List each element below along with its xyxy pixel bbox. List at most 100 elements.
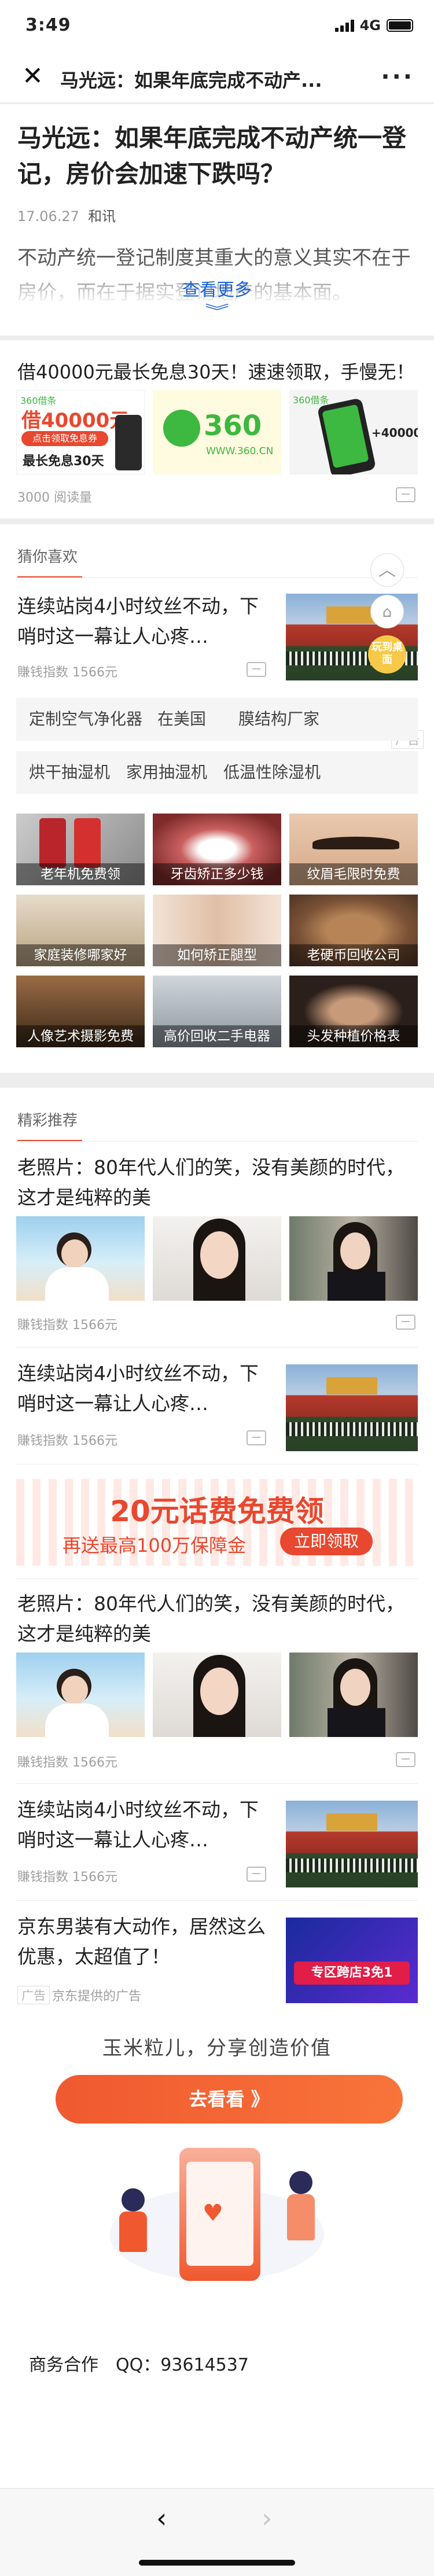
share-icon[interactable] bbox=[396, 1315, 415, 1330]
heart-icon: ♥ bbox=[203, 2200, 223, 2227]
article-card: 马光远：如果年底完成不动产统一登记，房价会加速下跌吗？ 17.06.27 和讯 … bbox=[0, 104, 434, 336]
nav-bar: ✕ 马光远：如果年底完成不动产... ··· bbox=[0, 51, 434, 103]
grid-cell[interactable]: 头发种植价格表 bbox=[289, 976, 418, 1047]
share-icon[interactable] bbox=[247, 1430, 266, 1445]
forward-arrow-icon[interactable]: › bbox=[262, 2503, 272, 2534]
keyword-chip[interactable]: 定制空气净化器 bbox=[29, 698, 142, 741]
face bbox=[61, 1676, 88, 1705]
ad-image-3-brand: 360借条 bbox=[293, 395, 329, 406]
gate-roof bbox=[326, 1377, 377, 1394]
grid-label: 家庭装修哪家好 bbox=[16, 944, 145, 966]
news-item-meta: 賺钱指数 1566元 bbox=[17, 1870, 117, 1885]
desktop-badge[interactable]: 玩到桌面 bbox=[368, 635, 406, 674]
share-icon[interactable] bbox=[396, 1752, 415, 1767]
ad-image-3: 360借条 +40000 bbox=[289, 390, 418, 474]
banner-button[interactable]: 立即领取 bbox=[280, 1528, 373, 1555]
section-title: 猜你喜欢 bbox=[17, 549, 78, 566]
ad-title: 借40000元最长免息30天！速速领取，手慢无！ bbox=[17, 361, 415, 383]
news-item-meta: 賺钱指数 1566元 bbox=[17, 665, 117, 680]
ad-thumb: 专区跨店3免1 bbox=[286, 1918, 418, 2003]
ad-image-1-sub: 最长免息30天 bbox=[23, 454, 104, 469]
news-thumb bbox=[289, 1653, 418, 1737]
article-meta: 17.06.27 和讯 bbox=[17, 205, 116, 225]
news-item-title[interactable]: 老照片：80年代人们的笑，没有美颜的时代，这才是纯粹的美 bbox=[17, 1153, 417, 1213]
keyword-row-1: 定制空气净化器 在美国 膜结构厂家 bbox=[16, 698, 418, 741]
grid-cell[interactable]: 老硬币回收公司 bbox=[289, 895, 418, 966]
eyebrow bbox=[312, 837, 399, 849]
grid-label: 纹眉毛限时免费 bbox=[289, 863, 418, 885]
soldiers-row bbox=[286, 1422, 418, 1436]
share-icon[interactable] bbox=[396, 487, 415, 502]
grid-cell[interactable]: 家庭装修哪家好 bbox=[16, 895, 145, 966]
chevron-down-icon: ︾ bbox=[205, 303, 229, 321]
divider bbox=[16, 1900, 418, 1901]
more-dots-icon[interactable]: ··· bbox=[381, 64, 414, 90]
promo-banner[interactable]: 20元话费免费领 再送最高100万保障金 立即领取 bbox=[16, 1479, 418, 1566]
home-icon[interactable]: ⌂ bbox=[370, 595, 404, 628]
shirt bbox=[328, 1272, 385, 1301]
person-body bbox=[287, 2194, 315, 2240]
face bbox=[200, 1668, 238, 1715]
grid-cell[interactable]: 纹眉毛限时免费 bbox=[289, 814, 418, 885]
ad-image-3-amount: +40000 bbox=[372, 426, 418, 440]
status-bar: 3:49 4G bbox=[0, 0, 434, 51]
nav-title: 马光远：如果年底完成不动产... bbox=[60, 69, 322, 91]
read-count: 3000 阅读量 bbox=[17, 491, 92, 505]
keyword-chip[interactable]: 膜结构厂家 bbox=[238, 698, 319, 741]
ad-card[interactable]: 借40000元最长免息30天！速速领取，手慢无！ 360借条 借40000元 点… bbox=[0, 340, 434, 518]
grid-cell[interactable]: 老年机免费领 bbox=[16, 814, 145, 885]
keyword-chip[interactable]: 烘干抽湿机 bbox=[29, 751, 110, 794]
ad-image-1-pill: 点击领取免息券 bbox=[21, 431, 108, 446]
section-title: 精彩推荐 bbox=[17, 1112, 78, 1129]
news-thumb bbox=[153, 1216, 281, 1301]
read-more-link[interactable]: 查看更多 ︾ bbox=[0, 275, 434, 321]
scroll-top-icon[interactable]: ︿ bbox=[370, 553, 404, 587]
phone-icon bbox=[74, 818, 101, 868]
grid-cell[interactable]: 高价回收二手电器 bbox=[153, 976, 281, 1047]
dress bbox=[45, 1267, 109, 1301]
contact-info: 商务合作 QQ：93614537 bbox=[29, 2355, 249, 2375]
ad-image-2: 360 WWW.360.CN bbox=[153, 390, 281, 474]
face bbox=[61, 1239, 88, 1268]
keyword-chip[interactable]: 家用抽湿机 bbox=[126, 751, 207, 794]
news-item-title[interactable]: 连续站岗4小时纹丝不动，下哨时这一幕让人心疼… bbox=[17, 591, 272, 652]
news-thumb bbox=[16, 1216, 145, 1301]
keyword-chip[interactable]: 低温性除湿机 bbox=[223, 751, 321, 794]
360-logo-icon bbox=[163, 410, 200, 447]
share-icon[interactable] bbox=[247, 1867, 266, 1882]
news-item-title[interactable]: 老照片：80年代人们的笑，没有美颜的时代，这才是纯粹的美 bbox=[17, 1589, 417, 1649]
share-icon[interactable] bbox=[247, 662, 266, 677]
keyword-row-2: 烘干抽湿机 家用抽湿机 低温性除湿机 bbox=[16, 751, 418, 794]
back-arrow-icon[interactable]: ‹ bbox=[156, 2503, 167, 2534]
banner-line-2: 再送最高100万保障金 bbox=[62, 1534, 247, 1556]
ad-tag: 广告 bbox=[17, 1986, 50, 2004]
news-item-meta: 賺钱指数 1566元 bbox=[17, 1434, 117, 1448]
article-source[interactable]: 和讯 bbox=[88, 208, 116, 225]
keyword-chip[interactable]: 在美国 bbox=[157, 698, 206, 741]
ad-image-1-headline: 借40000元 bbox=[21, 409, 130, 432]
gate-roof bbox=[326, 1813, 377, 1831]
grid-cell[interactable]: 人像艺术摄影免费 bbox=[16, 976, 145, 1047]
ad-image-1: 360借条 借40000元 点击领取免息券 最长免息30天 bbox=[16, 390, 145, 474]
go-see-button[interactable]: 去看看 》 bbox=[56, 2075, 403, 2124]
grid-label: 老年机免费领 bbox=[16, 863, 145, 885]
face bbox=[340, 1232, 370, 1269]
phone-icon bbox=[115, 415, 142, 470]
grid-cell[interactable]: 牙齿矫正多少钱 bbox=[153, 814, 281, 885]
grid-cell[interactable]: 如何矫正腿型 bbox=[153, 895, 281, 966]
news-item-title[interactable]: 连续站岗4小时纹丝不动，下哨时这一幕让人心疼… bbox=[17, 1795, 272, 1855]
guess-section: 猜你喜欢 连续站岗4小时纹丝不动，下哨时这一幕让人心疼… 賺钱指数 1566元 … bbox=[0, 524, 434, 1073]
news-item-title[interactable]: 连续站岗4小时纹丝不动，下哨时这一幕让人心疼… bbox=[17, 1359, 272, 1419]
ad-source: 京东提供的广告 bbox=[52, 1989, 142, 2004]
news-thumb bbox=[286, 1801, 418, 1887]
home-indicator bbox=[139, 2560, 295, 2566]
read-more-label: 查看更多 bbox=[182, 280, 252, 300]
featured-section: 精彩推荐 老照片：80年代人们的笑，没有美颜的时代，这才是纯粹的美 賺钱指数 1… bbox=[0, 1088, 434, 2488]
shirt bbox=[328, 1708, 385, 1737]
ad-title[interactable]: 京东男装有大动作，居然这么优惠，太超值了！ bbox=[17, 1912, 272, 1972]
close-icon[interactable]: ✕ bbox=[22, 62, 43, 90]
divider bbox=[16, 1578, 418, 1579]
battery-icon bbox=[387, 19, 413, 32]
dress bbox=[45, 1703, 109, 1737]
grid-label: 头发种植价格表 bbox=[289, 1025, 418, 1047]
